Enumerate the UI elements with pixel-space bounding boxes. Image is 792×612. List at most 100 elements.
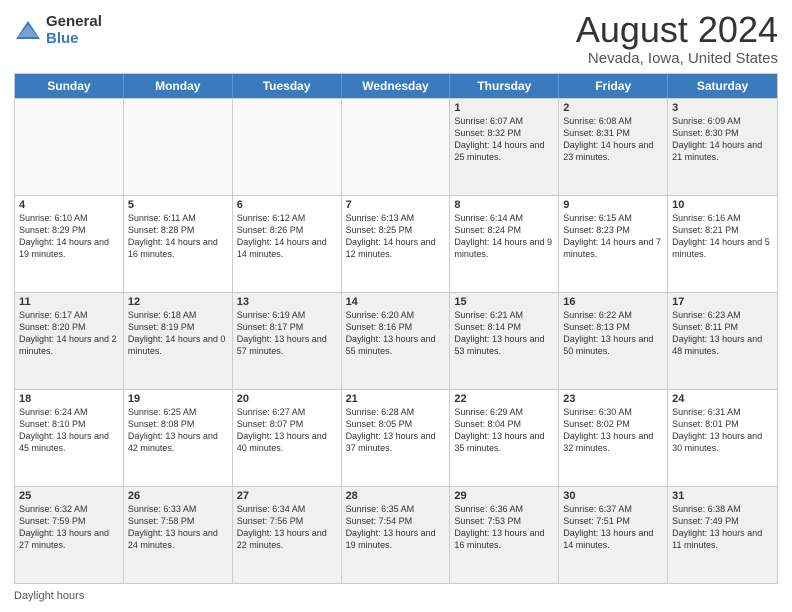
day-info: Sunrise: 6:22 AM Sunset: 8:13 PM Dayligh… <box>563 309 663 358</box>
calendar-cell: 11Sunrise: 6:17 AM Sunset: 8:20 PM Dayli… <box>15 293 124 389</box>
day-number: 22 <box>454 393 554 405</box>
day-info: Sunrise: 6:08 AM Sunset: 8:31 PM Dayligh… <box>563 115 663 164</box>
day-info: Sunrise: 6:19 AM Sunset: 8:17 PM Dayligh… <box>237 309 337 358</box>
calendar-cell: 5Sunrise: 6:11 AM Sunset: 8:28 PM Daylig… <box>124 196 233 292</box>
daylight-label: Daylight hours <box>14 590 84 602</box>
day-number: 14 <box>346 296 446 308</box>
calendar-cell <box>342 99 451 195</box>
day-info: Sunrise: 6:13 AM Sunset: 8:25 PM Dayligh… <box>346 212 446 261</box>
calendar-cell: 9Sunrise: 6:15 AM Sunset: 8:23 PM Daylig… <box>559 196 668 292</box>
day-number: 16 <box>563 296 663 308</box>
calendar-cell <box>124 99 233 195</box>
day-info: Sunrise: 6:29 AM Sunset: 8:04 PM Dayligh… <box>454 406 554 455</box>
weekday-header: Friday <box>559 74 668 98</box>
day-info: Sunrise: 6:21 AM Sunset: 8:14 PM Dayligh… <box>454 309 554 358</box>
day-info: Sunrise: 6:36 AM Sunset: 7:53 PM Dayligh… <box>454 503 554 552</box>
day-number: 28 <box>346 490 446 502</box>
logo-icon <box>14 17 42 45</box>
day-number: 30 <box>563 490 663 502</box>
day-info: Sunrise: 6:27 AM Sunset: 8:07 PM Dayligh… <box>237 406 337 455</box>
day-number: 12 <box>128 296 228 308</box>
day-number: 29 <box>454 490 554 502</box>
calendar-cell: 8Sunrise: 6:14 AM Sunset: 8:24 PM Daylig… <box>450 196 559 292</box>
calendar-cell: 15Sunrise: 6:21 AM Sunset: 8:14 PM Dayli… <box>450 293 559 389</box>
day-info: Sunrise: 6:07 AM Sunset: 8:32 PM Dayligh… <box>454 115 554 164</box>
day-info: Sunrise: 6:09 AM Sunset: 8:30 PM Dayligh… <box>672 115 773 164</box>
calendar-row: 11Sunrise: 6:17 AM Sunset: 8:20 PM Dayli… <box>15 292 777 389</box>
calendar-cell: 18Sunrise: 6:24 AM Sunset: 8:10 PM Dayli… <box>15 390 124 486</box>
day-number: 13 <box>237 296 337 308</box>
day-number: 23 <box>563 393 663 405</box>
calendar-body: 1Sunrise: 6:07 AM Sunset: 8:32 PM Daylig… <box>15 98 777 583</box>
day-number: 11 <box>19 296 119 308</box>
calendar-cell: 7Sunrise: 6:13 AM Sunset: 8:25 PM Daylig… <box>342 196 451 292</box>
calendar-cell: 21Sunrise: 6:28 AM Sunset: 8:05 PM Dayli… <box>342 390 451 486</box>
calendar-cell: 28Sunrise: 6:35 AM Sunset: 7:54 PM Dayli… <box>342 487 451 583</box>
day-number: 1 <box>454 102 554 114</box>
day-number: 2 <box>563 102 663 114</box>
calendar-cell: 16Sunrise: 6:22 AM Sunset: 8:13 PM Dayli… <box>559 293 668 389</box>
day-info: Sunrise: 6:38 AM Sunset: 7:49 PM Dayligh… <box>672 503 773 552</box>
day-number: 31 <box>672 490 773 502</box>
day-info: Sunrise: 6:35 AM Sunset: 7:54 PM Dayligh… <box>346 503 446 552</box>
calendar-cell: 2Sunrise: 6:08 AM Sunset: 8:31 PM Daylig… <box>559 99 668 195</box>
day-info: Sunrise: 6:16 AM Sunset: 8:21 PM Dayligh… <box>672 212 773 261</box>
day-info: Sunrise: 6:23 AM Sunset: 8:11 PM Dayligh… <box>672 309 773 358</box>
day-number: 18 <box>19 393 119 405</box>
day-number: 17 <box>672 296 773 308</box>
calendar-cell: 1Sunrise: 6:07 AM Sunset: 8:32 PM Daylig… <box>450 99 559 195</box>
calendar-cell: 25Sunrise: 6:32 AM Sunset: 7:59 PM Dayli… <box>15 487 124 583</box>
calendar-header: SundayMondayTuesdayWednesdayThursdayFrid… <box>15 74 777 98</box>
logo-blue: Blue <box>46 31 102 48</box>
page: General Blue August 2024 Nevada, Iowa, U… <box>0 0 792 612</box>
calendar-cell <box>15 99 124 195</box>
day-info: Sunrise: 6:12 AM Sunset: 8:26 PM Dayligh… <box>237 212 337 261</box>
title-block: August 2024 Nevada, Iowa, United States <box>576 10 778 67</box>
day-number: 26 <box>128 490 228 502</box>
calendar-cell: 26Sunrise: 6:33 AM Sunset: 7:58 PM Dayli… <box>124 487 233 583</box>
day-info: Sunrise: 6:28 AM Sunset: 8:05 PM Dayligh… <box>346 406 446 455</box>
day-number: 9 <box>563 199 663 211</box>
calendar-cell: 19Sunrise: 6:25 AM Sunset: 8:08 PM Dayli… <box>124 390 233 486</box>
calendar-cell: 22Sunrise: 6:29 AM Sunset: 8:04 PM Dayli… <box>450 390 559 486</box>
main-title: August 2024 <box>576 10 778 50</box>
day-number: 4 <box>19 199 119 211</box>
calendar-row: 18Sunrise: 6:24 AM Sunset: 8:10 PM Dayli… <box>15 389 777 486</box>
day-number: 19 <box>128 393 228 405</box>
calendar-cell: 3Sunrise: 6:09 AM Sunset: 8:30 PM Daylig… <box>668 99 777 195</box>
day-info: Sunrise: 6:10 AM Sunset: 8:29 PM Dayligh… <box>19 212 119 261</box>
weekday-header: Tuesday <box>233 74 342 98</box>
day-number: 21 <box>346 393 446 405</box>
day-info: Sunrise: 6:24 AM Sunset: 8:10 PM Dayligh… <box>19 406 119 455</box>
calendar-cell: 10Sunrise: 6:16 AM Sunset: 8:21 PM Dayli… <box>668 196 777 292</box>
weekday-header: Wednesday <box>342 74 451 98</box>
header: General Blue August 2024 Nevada, Iowa, U… <box>14 10 778 67</box>
logo-general: General <box>46 14 102 31</box>
calendar-cell: 17Sunrise: 6:23 AM Sunset: 8:11 PM Dayli… <box>668 293 777 389</box>
day-info: Sunrise: 6:20 AM Sunset: 8:16 PM Dayligh… <box>346 309 446 358</box>
day-info: Sunrise: 6:18 AM Sunset: 8:19 PM Dayligh… <box>128 309 228 358</box>
calendar-cell: 29Sunrise: 6:36 AM Sunset: 7:53 PM Dayli… <box>450 487 559 583</box>
day-info: Sunrise: 6:30 AM Sunset: 8:02 PM Dayligh… <box>563 406 663 455</box>
footer: Daylight hours <box>14 590 778 602</box>
calendar-cell: 14Sunrise: 6:20 AM Sunset: 8:16 PM Dayli… <box>342 293 451 389</box>
day-info: Sunrise: 6:34 AM Sunset: 7:56 PM Dayligh… <box>237 503 337 552</box>
calendar-cell: 24Sunrise: 6:31 AM Sunset: 8:01 PM Dayli… <box>668 390 777 486</box>
day-info: Sunrise: 6:11 AM Sunset: 8:28 PM Dayligh… <box>128 212 228 261</box>
weekday-header: Saturday <box>668 74 777 98</box>
day-number: 15 <box>454 296 554 308</box>
calendar: SundayMondayTuesdayWednesdayThursdayFrid… <box>14 73 778 584</box>
calendar-cell: 27Sunrise: 6:34 AM Sunset: 7:56 PM Dayli… <box>233 487 342 583</box>
calendar-cell: 6Sunrise: 6:12 AM Sunset: 8:26 PM Daylig… <box>233 196 342 292</box>
logo: General Blue <box>14 14 102 47</box>
day-number: 8 <box>454 199 554 211</box>
calendar-cell: 20Sunrise: 6:27 AM Sunset: 8:07 PM Dayli… <box>233 390 342 486</box>
day-info: Sunrise: 6:32 AM Sunset: 7:59 PM Dayligh… <box>19 503 119 552</box>
calendar-cell: 31Sunrise: 6:38 AM Sunset: 7:49 PM Dayli… <box>668 487 777 583</box>
day-number: 20 <box>237 393 337 405</box>
calendar-cell: 30Sunrise: 6:37 AM Sunset: 7:51 PM Dayli… <box>559 487 668 583</box>
day-number: 5 <box>128 199 228 211</box>
day-info: Sunrise: 6:17 AM Sunset: 8:20 PM Dayligh… <box>19 309 119 358</box>
calendar-row: 25Sunrise: 6:32 AM Sunset: 7:59 PM Dayli… <box>15 486 777 583</box>
weekday-header: Monday <box>124 74 233 98</box>
